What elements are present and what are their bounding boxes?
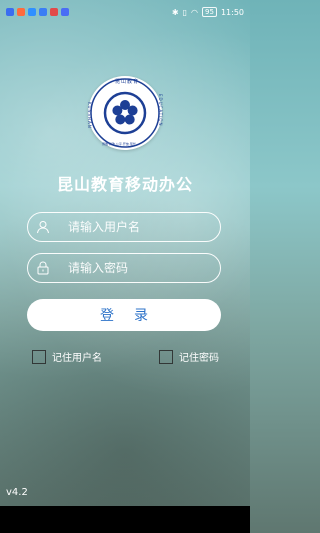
notification-icons [6, 8, 69, 16]
app-notification-icon [28, 8, 36, 16]
status-time: 11:50 [220, 7, 244, 17]
logo-seal [90, 78, 160, 148]
app-notification-icon [6, 8, 14, 16]
kunshan-education-logo: 昆山教育 KUNSHAN EDUCATION 博雅·精致·公平·开放·现代 [87, 76, 163, 150]
login-button[interactable]: 登录 [27, 299, 221, 331]
remember-username-checkbox[interactable] [32, 349, 46, 364]
logo-ring-text-left: KUNSHAN [87, 102, 92, 129]
password-input[interactable] [66, 260, 220, 276]
app-notification-icon [17, 8, 25, 16]
app-notification-icon [39, 8, 47, 16]
navigation-bar [0, 506, 250, 533]
bluetooth-icon: ✱ [171, 7, 179, 17]
remember-password-label: 记住密码 [179, 353, 219, 364]
user-icon [37, 221, 49, 234]
remember-password-checkbox[interactable] [159, 349, 173, 364]
version-label: v4.2 [6, 487, 28, 498]
status-indicators: ✱ ▯ ◠ 95 11:50 [172, 7, 244, 17]
app-title: 昆山教育移动办公 [56, 175, 193, 194]
lock-icon [37, 261, 49, 275]
logo-ring-text-top: 昆山教育 [115, 79, 140, 85]
username-input[interactable] [66, 219, 220, 235]
password-field[interactable] [27, 253, 221, 283]
remember-username-label: 记住用户名 [52, 353, 102, 364]
status-bar: ✱ ▯ ◠ 95 11:50 [0, 0, 250, 24]
app-notification-icon [50, 8, 58, 16]
logo-motto: 博雅·精致·公平·开放·现代 [102, 142, 136, 146]
logo-ring-text-right: EDUCATION [158, 94, 163, 127]
username-field[interactable] [27, 212, 221, 242]
remember-username-option[interactable]: 记住用户名 [32, 349, 102, 364]
remember-password-option[interactable]: 记住密码 [159, 349, 219, 364]
wifi-icon: ◠ [191, 7, 199, 17]
app-notification-icon [61, 8, 69, 16]
battery-icon: 95 [202, 7, 217, 17]
vibrate-icon: ▯ [182, 7, 188, 17]
